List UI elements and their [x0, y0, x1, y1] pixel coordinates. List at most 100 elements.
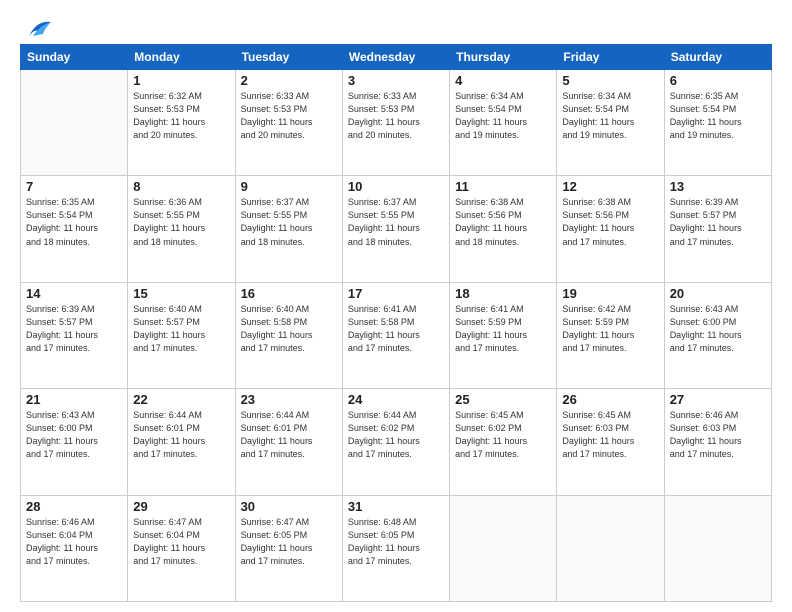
day-info: Sunrise: 6:45 AM Sunset: 6:02 PM Dayligh… [455, 409, 551, 461]
day-of-week-header: Monday [128, 45, 235, 70]
day-number: 16 [241, 286, 337, 301]
day-info: Sunrise: 6:44 AM Sunset: 6:01 PM Dayligh… [241, 409, 337, 461]
day-number: 12 [562, 179, 658, 194]
calendar-day-cell: 15Sunrise: 6:40 AM Sunset: 5:57 PM Dayli… [128, 282, 235, 388]
calendar-day-cell: 1 Sunrise: 6:32 AM Sunset: 5:53 PM Daylig… [128, 70, 235, 176]
calendar-day-cell: 27 Sunrise: 6:46 AM Sunset: 6:03 PM Dayli… [664, 389, 771, 495]
day-of-week-header: Friday [557, 45, 664, 70]
day-info: Sunrise: 6:43 AM Sunset: 6:00 PM Dayligh… [26, 409, 122, 461]
day-number: 21 [26, 392, 122, 407]
day-number: 10 [348, 179, 444, 194]
calendar-day-cell: 25 Sunrise: 6:45 AM Sunset: 6:02 PM Dayli… [450, 389, 557, 495]
calendar-day-cell: 16 Sunrise: 6:40 AM Sunset: 5:58 PM Dayli… [235, 282, 342, 388]
day-info: Sunrise: 6:35 AM Sunset: 5:54 PM Dayligh… [26, 196, 122, 248]
calendar-day-cell: 18 Sunrise: 6:41 AM Sunset: 5:59 PM Dayli… [450, 282, 557, 388]
day-info: Sunrise: 6:34 AM Sunset: 5:54 PM Dayligh… [455, 90, 551, 142]
day-info: Sunrise: 6:48 AM Sunset: 6:05 PM Dayligh… [348, 516, 444, 568]
day-number: 5 [562, 73, 658, 88]
day-number: 2 [241, 73, 337, 88]
day-number: 1 [133, 73, 229, 88]
day-number: 8 [133, 179, 229, 194]
calendar-day-cell: 20 Sunrise: 6:43 AM Sunset: 6:00 PM Dayli… [664, 282, 771, 388]
day-info: Sunrise: 6:34 AM Sunset: 5:54 PM Dayligh… [562, 90, 658, 142]
calendar-day-cell [21, 70, 128, 176]
day-number: 26 [562, 392, 658, 407]
calendar-day-cell: 28Sunrise: 6:46 AM Sunset: 6:04 PM Dayli… [21, 495, 128, 601]
calendar-day-cell: 2 Sunrise: 6:33 AM Sunset: 5:53 PM Daylig… [235, 70, 342, 176]
day-info: Sunrise: 6:41 AM Sunset: 5:58 PM Dayligh… [348, 303, 444, 355]
day-info: Sunrise: 6:39 AM Sunset: 5:57 PM Dayligh… [26, 303, 122, 355]
day-info: Sunrise: 6:35 AM Sunset: 5:54 PM Dayligh… [670, 90, 766, 142]
calendar-day-cell: 30 Sunrise: 6:47 AM Sunset: 6:05 PM Dayli… [235, 495, 342, 601]
day-info: Sunrise: 6:40 AM Sunset: 5:58 PM Dayligh… [241, 303, 337, 355]
day-number: 15 [133, 286, 229, 301]
day-info: Sunrise: 6:38 AM Sunset: 5:56 PM Dayligh… [562, 196, 658, 248]
day-info: Sunrise: 6:46 AM Sunset: 6:03 PM Dayligh… [670, 409, 766, 461]
calendar-week-row: 1 Sunrise: 6:32 AM Sunset: 5:53 PM Daylig… [21, 70, 772, 176]
calendar-day-cell: 5 Sunrise: 6:34 AM Sunset: 5:54 PM Daylig… [557, 70, 664, 176]
day-of-week-header: Tuesday [235, 45, 342, 70]
logo [20, 18, 53, 36]
calendar-header-row: SundayMondayTuesdayWednesdayThursdayFrid… [21, 45, 772, 70]
day-number: 13 [670, 179, 766, 194]
day-number: 25 [455, 392, 551, 407]
day-info: Sunrise: 6:41 AM Sunset: 5:59 PM Dayligh… [455, 303, 551, 355]
day-info: Sunrise: 6:37 AM Sunset: 5:55 PM Dayligh… [348, 196, 444, 248]
calendar-day-cell: 24 Sunrise: 6:44 AM Sunset: 6:02 PM Dayli… [342, 389, 449, 495]
logo-bird-icon [21, 18, 53, 40]
day-number: 17 [348, 286, 444, 301]
calendar-day-cell: 26Sunrise: 6:45 AM Sunset: 6:03 PM Dayli… [557, 389, 664, 495]
calendar-day-cell: 23Sunrise: 6:44 AM Sunset: 6:01 PM Dayli… [235, 389, 342, 495]
day-of-week-header: Saturday [664, 45, 771, 70]
calendar-day-cell: 10 Sunrise: 6:37 AM Sunset: 5:55 PM Dayli… [342, 176, 449, 282]
day-number: 28 [26, 499, 122, 514]
day-number: 7 [26, 179, 122, 194]
calendar-day-cell: 6 Sunrise: 6:35 AM Sunset: 5:54 PM Daylig… [664, 70, 771, 176]
calendar-day-cell: 21 Sunrise: 6:43 AM Sunset: 6:00 PM Dayli… [21, 389, 128, 495]
calendar-day-cell: 29 Sunrise: 6:47 AM Sunset: 6:04 PM Dayli… [128, 495, 235, 601]
calendar-day-cell: 4 Sunrise: 6:34 AM Sunset: 5:54 PM Daylig… [450, 70, 557, 176]
page: SundayMondayTuesdayWednesdayThursdayFrid… [0, 0, 792, 612]
calendar-week-row: 21 Sunrise: 6:43 AM Sunset: 6:00 PM Dayli… [21, 389, 772, 495]
calendar-day-cell: 31Sunrise: 6:48 AM Sunset: 6:05 PM Dayli… [342, 495, 449, 601]
calendar-day-cell [557, 495, 664, 601]
calendar-day-cell: 17 Sunrise: 6:41 AM Sunset: 5:58 PM Dayli… [342, 282, 449, 388]
day-info: Sunrise: 6:36 AM Sunset: 5:55 PM Dayligh… [133, 196, 229, 248]
day-of-week-header: Thursday [450, 45, 557, 70]
calendar-day-cell: 14 Sunrise: 6:39 AM Sunset: 5:57 PM Dayli… [21, 282, 128, 388]
day-info: Sunrise: 6:32 AM Sunset: 5:53 PM Dayligh… [133, 90, 229, 142]
day-number: 29 [133, 499, 229, 514]
day-number: 3 [348, 73, 444, 88]
calendar: SundayMondayTuesdayWednesdayThursdayFrid… [20, 44, 772, 602]
header [20, 18, 772, 36]
calendar-day-cell: 12 Sunrise: 6:38 AM Sunset: 5:56 PM Dayli… [557, 176, 664, 282]
calendar-week-row: 14 Sunrise: 6:39 AM Sunset: 5:57 PM Dayli… [21, 282, 772, 388]
calendar-day-cell: 19 Sunrise: 6:42 AM Sunset: 5:59 PM Dayli… [557, 282, 664, 388]
day-number: 20 [670, 286, 766, 301]
calendar-week-row: 28Sunrise: 6:46 AM Sunset: 6:04 PM Dayli… [21, 495, 772, 601]
day-number: 19 [562, 286, 658, 301]
day-info: Sunrise: 6:38 AM Sunset: 5:56 PM Dayligh… [455, 196, 551, 248]
day-number: 27 [670, 392, 766, 407]
day-number: 14 [26, 286, 122, 301]
day-number: 6 [670, 73, 766, 88]
day-info: Sunrise: 6:44 AM Sunset: 6:02 PM Dayligh… [348, 409, 444, 461]
day-number: 30 [241, 499, 337, 514]
calendar-day-cell: 7 Sunrise: 6:35 AM Sunset: 5:54 PM Daylig… [21, 176, 128, 282]
day-of-week-header: Sunday [21, 45, 128, 70]
day-info: Sunrise: 6:47 AM Sunset: 6:05 PM Dayligh… [241, 516, 337, 568]
day-number: 22 [133, 392, 229, 407]
day-number: 4 [455, 73, 551, 88]
calendar-day-cell: 11 Sunrise: 6:38 AM Sunset: 5:56 PM Dayli… [450, 176, 557, 282]
day-info: Sunrise: 6:33 AM Sunset: 5:53 PM Dayligh… [348, 90, 444, 142]
day-info: Sunrise: 6:33 AM Sunset: 5:53 PM Dayligh… [241, 90, 337, 142]
day-info: Sunrise: 6:43 AM Sunset: 6:00 PM Dayligh… [670, 303, 766, 355]
day-number: 11 [455, 179, 551, 194]
day-info: Sunrise: 6:47 AM Sunset: 6:04 PM Dayligh… [133, 516, 229, 568]
day-number: 24 [348, 392, 444, 407]
calendar-day-cell: 9Sunrise: 6:37 AM Sunset: 5:55 PM Daylig… [235, 176, 342, 282]
calendar-week-row: 7 Sunrise: 6:35 AM Sunset: 5:54 PM Daylig… [21, 176, 772, 282]
day-number: 18 [455, 286, 551, 301]
calendar-day-cell: 22Sunrise: 6:44 AM Sunset: 6:01 PM Dayli… [128, 389, 235, 495]
day-info: Sunrise: 6:42 AM Sunset: 5:59 PM Dayligh… [562, 303, 658, 355]
